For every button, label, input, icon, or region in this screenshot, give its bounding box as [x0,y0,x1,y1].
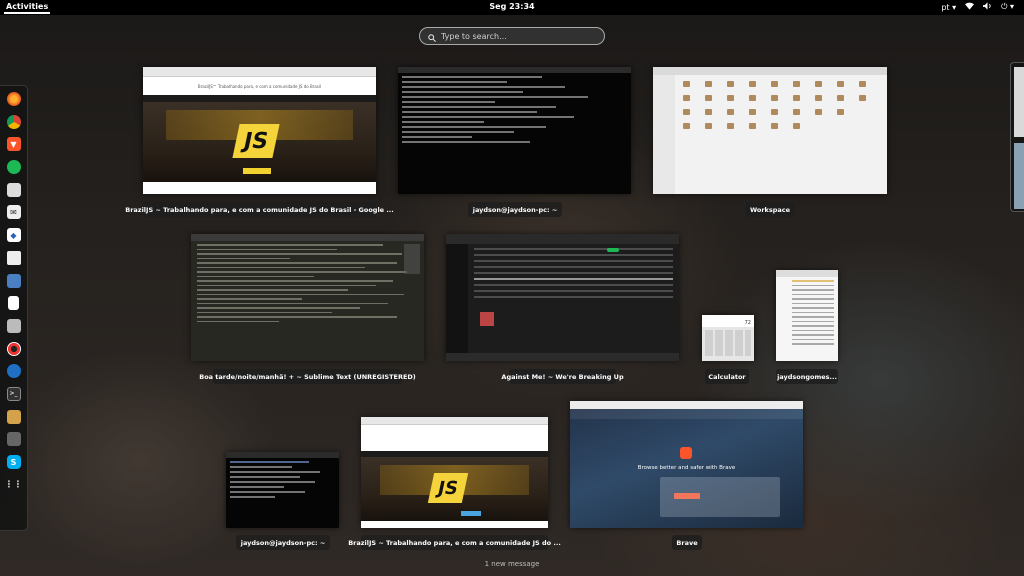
window-caption[interactable]: Workspace [746,202,794,217]
document-icon[interactable] [8,296,19,311]
workspace-switcher[interactable] [1010,62,1024,212]
window-caption[interactable]: Calculator [705,369,749,384]
window-caption[interactable]: jaydsongomes... [776,369,838,384]
window-thumbnail-spotify[interactable] [446,234,679,361]
spotify-icon[interactable] [6,160,21,175]
album-art [480,312,494,326]
search-icon [428,27,436,46]
js-logo: JS [232,124,280,158]
hero-button [243,168,271,174]
hero-image: JS [361,457,548,521]
help-lifesaver-icon[interactable] [6,341,21,356]
files-icon[interactable] [6,364,21,379]
photos-icon[interactable] [6,409,21,424]
package-icon[interactable]: ◆ [6,228,21,243]
terminal-titlebar [398,67,631,73]
spotify-playbar [446,353,679,361]
spotify-topbar [446,234,679,244]
hero-image: JS [143,102,376,182]
window-caption[interactable]: jaydson@jaydson-pc: ~ [468,202,562,217]
window-thumbnail-terminal-2[interactable] [226,452,339,528]
firefox-icon[interactable] [6,92,21,106]
site-nav [143,95,376,102]
hero-button [461,511,481,516]
window-thumbnail-files[interactable] [653,67,887,194]
top-bar: Activities Seg 23:34 pt ▾ ⏻ ▾ [0,0,1024,15]
window-thumbnail-terminal[interactable] [398,67,631,194]
sublime-minimap [404,244,420,274]
files-toolbar [653,67,887,75]
window-thumbnail-chat[interactable] [776,270,838,361]
mail-icon[interactable]: ✉ [6,205,21,220]
dash-dock: ▼ ✉ ◆ >_ S ⋮⋮ [0,85,28,531]
calculator-icon[interactable] [6,432,21,447]
window-caption[interactable]: BrazilJS ~ Trabalhando para, e com a com… [348,535,561,550]
browser-toolbar [361,417,548,425]
brave-toolbar [570,401,803,409]
window-caption[interactable]: BrazilJS ~ Trabalhando para, e com a com… [125,202,394,217]
volume-icon[interactable] [983,2,992,12]
screenshot-icon[interactable] [6,182,21,197]
window-thumbnail-sublime-text[interactable] [191,234,424,361]
brave-headline: Browse better and safer with Brave [637,465,736,471]
search-input[interactable] [441,31,591,41]
window-caption[interactable]: jaydson@jaydson-pc: ~ [236,535,330,550]
window-thumbnail-calculator[interactable]: 72 [702,315,754,361]
notification-message[interactable]: 1 new message [0,560,1024,568]
workspace-thumbnail-1[interactable] [1014,67,1024,137]
window-thumbnail-braziljs-chrome[interactable]: BrazilJS™ Trabalhando para, e com a comu… [143,67,376,194]
window-caption[interactable]: Brave [672,535,702,550]
chrome-icon[interactable] [6,114,21,129]
calculator-display: 72 [702,315,754,327]
terminal-titlebar [226,452,339,458]
sublime-titlebar [191,234,424,241]
terminal-icon[interactable]: >_ [6,386,21,401]
system-tray[interactable]: pt ▾ ⏻ ▾ [941,2,1014,12]
page-footer-strip [143,182,376,194]
wifi-icon[interactable] [965,2,975,12]
site-header [361,425,548,451]
language-indicator[interactable]: pt ▾ [941,3,956,12]
spotify-play-button [607,248,619,252]
calculator-keypad [705,330,751,356]
window-thumbnail-brave[interactable]: Browse better and safer with Brave [570,401,803,528]
laptop-illustration [660,477,780,517]
files-sidebar [653,75,675,194]
chat-titlebar [776,270,838,277]
window-caption[interactable]: Boa tarde/noite/manhã! + ~ Sublime Text … [199,369,416,384]
app-grid-icon[interactable]: ⋮⋮ [5,478,23,492]
browser-toolbar [143,67,376,77]
power-menu[interactable]: ⏻ ▾ [1001,2,1014,12]
skype-icon[interactable]: S [6,455,21,469]
clock[interactable]: Seg 23:34 [0,2,1024,11]
spotify-sidebar [446,244,468,353]
brave-logo-icon [680,447,692,459]
brave-nav [570,409,803,419]
desktop-icon[interactable] [6,273,21,288]
brave-icon[interactable]: ▼ [6,137,21,152]
window-thumbnail-braziljs-2[interactable]: JS [361,417,548,528]
search-box[interactable] [419,27,605,45]
site-header: BrazilJS™ Trabalhando para, e com a comu… [143,77,376,95]
workspace-thumbnail-2[interactable] [1014,143,1024,209]
drive-icon[interactable] [6,318,21,333]
window-caption[interactable]: Against Me! ~ We're Breaking Up [501,369,624,384]
disk-icon[interactable] [6,250,21,265]
js-logo: JS [427,473,469,503]
